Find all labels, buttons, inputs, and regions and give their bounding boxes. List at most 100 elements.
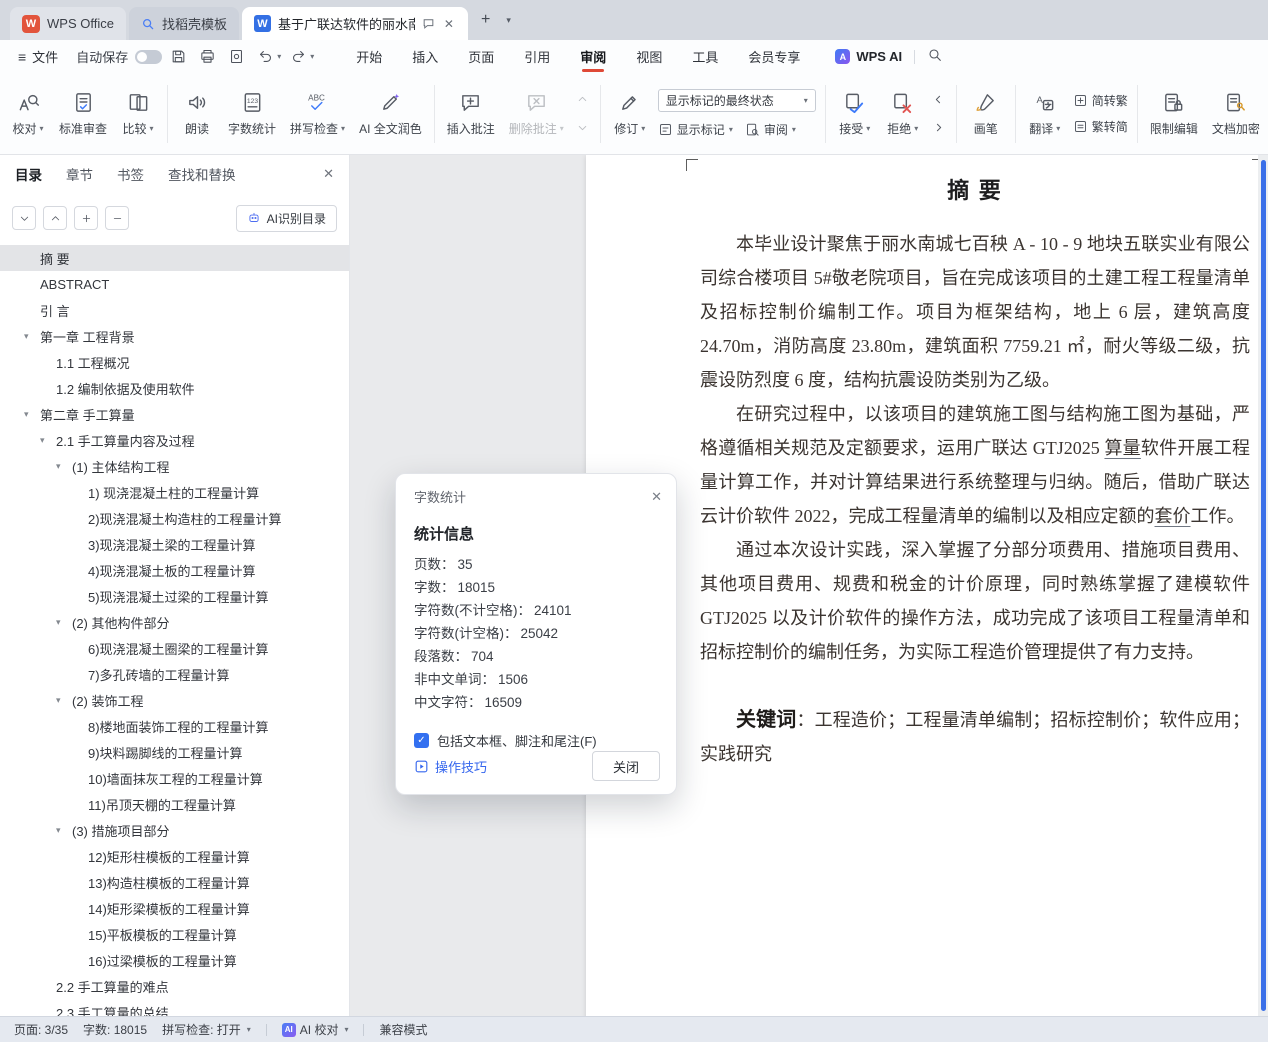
expand-arrow-icon[interactable]: ▾ [56,695,72,706]
undo-dropdown-icon[interactable]: ▾ [277,52,281,61]
toc-item[interactable]: 10)墙面抹灰工程的工程量计算 [0,765,349,791]
ai-polish-button[interactable]: AI 全文润色 [352,80,429,148]
new-tab-button[interactable]: + [481,11,490,29]
menu-tab-insert[interactable]: 插入 [397,40,453,73]
toc-item[interactable]: 7)多孔砖墙的工程量计算 [0,661,349,687]
track-changes-button[interactable]: 修订 ▾ [606,80,654,148]
tab-find-replace[interactable]: 查找和替换 [168,164,236,184]
tab-contents[interactable]: 目录 [15,164,42,184]
expand-arrow-icon[interactable]: ▾ [56,617,72,628]
close-tab-icon[interactable]: ✕ [442,17,456,31]
dialog-close-icon[interactable]: ✕ [651,489,662,505]
read-aloud-button[interactable]: 朗读 [173,80,221,148]
compatibility-mode-indicator[interactable]: 兼容模式 [379,1021,427,1038]
restrict-editing-button[interactable]: 限制编辑 [1143,80,1205,148]
word-count-indicator[interactable]: 字数: 18015 [83,1021,147,1038]
menu-tab-member[interactable]: 会员专享 [733,40,815,73]
toc-item[interactable]: 13)构造柱模板的工程量计算 [0,869,349,895]
document-page[interactable]: 摘 要 本毕业设计聚焦于丽水南城七百秧 A - 10 - 9 地块五联实业有限公… [586,155,1268,1016]
autosave-control[interactable]: 自动保存 [76,47,163,66]
toc-item[interactable]: 1.1 工程概况 [0,349,349,375]
include-footnotes-checkbox[interactable]: ✓ 包括文本框、脚注和尾注(F) [396,731,676,750]
markup-state-combobox[interactable]: 显示标记的最终状态 ▾ [657,89,816,112]
next-revision-button[interactable] [929,118,949,137]
menu-tab-tools[interactable]: 工具 [677,40,733,73]
toc-item[interactable]: ABSTRACT [0,271,349,297]
tab-list-dropdown-icon[interactable]: ▾ [506,15,511,26]
toc-item[interactable]: ▾ (3) 措施项目部分 [0,817,349,843]
toc-item[interactable]: 4)现浇混凝土板的工程量计算 [0,557,349,583]
page-indicator[interactable]: 页面: 3/35 [14,1021,68,1038]
toc-item[interactable]: 16)过梁模板的工程量计算 [0,947,349,973]
zoom-out-button[interactable] [105,206,129,230]
encrypt-document-button[interactable]: 文档加密 [1205,80,1267,148]
toc-item[interactable]: 15)平板模板的工程量计算 [0,921,349,947]
toc-item[interactable]: ▾ (1) 主体结构工程 [0,453,349,479]
expand-arrow-icon[interactable]: ▾ [24,331,40,342]
zoom-in-button[interactable] [74,206,98,230]
autosave-toggle[interactable] [135,49,163,64]
tab-wps-office[interactable]: W WPS Office [10,7,126,40]
toc-item[interactable]: 11)吊顶天棚的工程量计算 [0,791,349,817]
toc-item[interactable]: 12)矩形柱模板的工程量计算 [0,843,349,869]
menu-tab-page[interactable]: 页面 [453,40,509,73]
previous-revision-button[interactable] [929,90,949,109]
traditional-to-simplified-button[interactable]: 繁转简 [1073,118,1128,135]
wps-ai-button[interactable]: A WPS AI [835,49,902,64]
spell-check-status[interactable]: 拼写检查: 打开 ▾ [162,1021,251,1038]
close-pane-icon[interactable]: ✕ [323,166,334,182]
toc-item[interactable]: 14)矩形梁模板的工程量计算 [0,895,349,921]
print-button[interactable] [195,45,220,69]
toc-item[interactable]: 8)楼地面装饰工程的工程量计算 [0,713,349,739]
expand-all-button[interactable] [43,206,67,230]
reject-revision-button[interactable]: 拒绝 ▾ [879,80,927,148]
file-menu-button[interactable]: ≡ 文件 [10,47,66,66]
collapse-all-button[interactable] [12,206,36,230]
menu-tab-start[interactable]: 开始 [341,40,397,73]
toc-item[interactable]: 摘 要 [0,245,349,271]
review-pane-button[interactable]: 审阅 ▾ [745,121,796,138]
expand-arrow-icon[interactable]: ▾ [56,825,72,836]
search-button[interactable] [927,47,943,66]
save-button[interactable] [166,45,191,69]
toc-item[interactable]: 3)现浇混凝土梁的工程量计算 [0,531,349,557]
tab-sections[interactable]: 章节 [66,164,93,184]
simplified-to-traditional-button[interactable]: 简转繁 [1073,92,1128,109]
dialog-close-button[interactable]: 关闭 [592,751,660,781]
toc-item[interactable]: 2.2 手工算量的难点 [0,973,349,999]
accept-revision-button[interactable]: 接受 ▾ [831,80,879,148]
toc-item[interactable]: 9)块料踢脚线的工程量计算 [0,739,349,765]
previous-comment-button[interactable] [573,90,593,109]
tab-bookmarks[interactable]: 书签 [117,164,144,184]
toc-item[interactable]: ▾ 第一章 工程背景 [0,323,349,349]
toc-item[interactable]: ▾ 第二章 手工算量 [0,401,349,427]
menu-tab-view[interactable]: 视图 [621,40,677,73]
toc-item[interactable]: 2)现浇混凝土构造柱的工程量计算 [0,505,349,531]
checkbox-checked-icon[interactable]: ✓ [414,733,429,748]
expand-arrow-icon[interactable]: ▾ [40,435,56,446]
toc-item[interactable]: 6)现浇混凝土圈梁的工程量计算 [0,635,349,661]
word-count-button[interactable]: 123 字数统计 [221,80,283,148]
show-markup-button[interactable]: 显示标记 ▾ [658,121,733,138]
tab-template-search[interactable]: 找稻壳模板 [128,7,239,40]
standard-review-button[interactable]: 标准审查 [52,80,114,148]
scrollbar-thumb[interactable] [1261,160,1266,1011]
proofread-button[interactable]: 校对 ▾ [4,80,52,148]
menu-tab-reference[interactable]: 引用 [509,40,565,73]
next-comment-button[interactable] [573,118,593,137]
tips-link[interactable]: 操作技巧 [414,757,487,776]
print-preview-button[interactable] [224,45,249,69]
vertical-scrollbar[interactable] [1258,155,1268,1016]
undo-button[interactable] [253,45,278,69]
toc-item[interactable]: 1.2 编制依据及使用软件 [0,375,349,401]
ai-recognize-toc-button[interactable]: AI识别目录 [235,204,337,232]
toc-item[interactable]: 2.3 手工算量的总结 [0,999,349,1017]
toc-item[interactable]: ▾ (2) 其他构件部分 [0,609,349,635]
insert-comment-button[interactable]: 插入批注 [440,80,502,148]
menu-tab-review[interactable]: 审阅 [565,40,621,73]
toc-item[interactable]: 5)现浇混凝土过梁的工程量计算 [0,583,349,609]
toc-item[interactable]: 引 言 [0,297,349,323]
expand-arrow-icon[interactable]: ▾ [24,409,40,420]
delete-comment-button[interactable]: 删除批注 ▾ [502,80,571,148]
translate-button[interactable]: A 翻译 ▾ [1021,80,1069,148]
